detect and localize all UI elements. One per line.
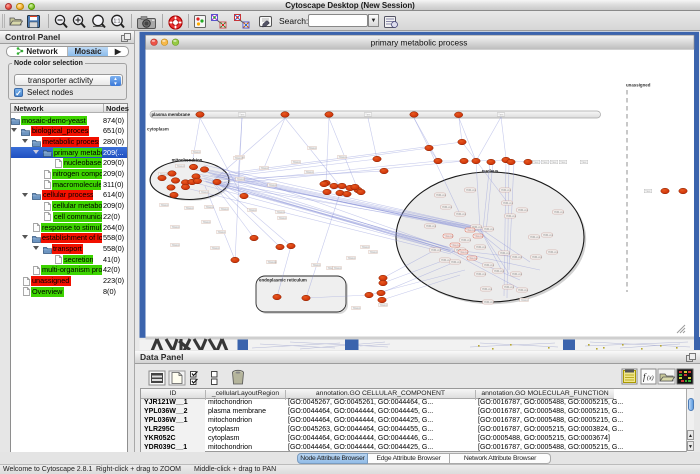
svg-text:YDR-xxx: YDR-xxx — [476, 272, 487, 276]
svg-text:YDR-xxx: YDR-xxx — [530, 235, 541, 239]
svg-text:YDR-xxx: YDR-xxx — [426, 224, 437, 228]
svg-text:YALxxx: YALxxx — [279, 217, 288, 220]
svg-text:YDR-xxx: YDR-xxx — [512, 272, 523, 276]
svg-text:YALxxx: YALxxx — [313, 264, 322, 267]
svg-text:YALxxx: YALxxx — [206, 206, 215, 209]
svg-text:YALxxx: YALxxx — [370, 251, 379, 254]
svg-text:YALxxx: YALxxx — [221, 208, 230, 211]
svg-text:1:1: 1:1 — [114, 19, 121, 25]
svg-text:YDR-xxx: YDR-xxx — [543, 233, 554, 237]
svg-text:cytoplasm: cytoplasm — [147, 127, 169, 132]
svg-text:YDR-xxx: YDR-xxx — [451, 260, 462, 264]
svg-text:YALxxx: YALxxx — [235, 157, 244, 160]
svg-text:YDR-xxx: YDR-xxx — [484, 300, 495, 304]
svg-text:YALxxx: YALxxx — [309, 147, 318, 150]
svg-text:YDR-xxx: YDR-xxx — [500, 251, 511, 255]
svg-text:YALxxx: YALxxx — [277, 211, 286, 214]
svg-text:YDR-xxx: YDR-xxx — [518, 208, 529, 212]
svg-text:YDR-xxx: YDR-xxx — [554, 210, 565, 214]
svg-text:YALxxx: YALxxx — [353, 307, 362, 310]
svg-text:YALxxx: YALxxx — [172, 244, 181, 247]
svg-text:YALxxx: YALxxx — [293, 161, 302, 164]
svg-text:YDR-xxx: YDR-xxx — [466, 188, 477, 192]
svg-text:YDR-xxx: YDR-xxx — [484, 263, 495, 267]
svg-text:YGLxxx: YGLxxx — [444, 235, 454, 238]
svg-text:YDR-xxx: YDR-xxx — [548, 250, 559, 254]
svg-text:YDR-xxx: YDR-xxx — [431, 248, 442, 252]
svg-text:YALxxx: YALxxx — [249, 209, 258, 212]
svg-text:YDR-xxx: YDR-xxx — [442, 205, 453, 209]
svg-text:YALxxx: YALxxx — [237, 178, 246, 181]
svg-text:Yxxx: Yxxx — [551, 161, 557, 164]
svg-text:YALxxx: YALxxx — [521, 299, 530, 302]
svg-text:YALxxx: YALxxx — [261, 167, 270, 170]
svg-text:YALxxx: YALxxx — [212, 247, 221, 250]
svg-text:YDR-xxx: YDR-xxx — [532, 255, 543, 259]
svg-text:YALxxx: YALxxx — [218, 231, 227, 234]
svg-text:YDR-xxx: YDR-xxx — [456, 212, 467, 216]
svg-text:YDR-xxx: YDR-xxx — [436, 193, 447, 197]
svg-text:YALxxx: YALxxx — [203, 221, 212, 224]
svg-text:YALxxx: YALxxx — [269, 184, 278, 187]
svg-text:Yxxx: Yxxx — [365, 114, 371, 117]
svg-text:YGLxxx: YGLxxx — [468, 257, 478, 260]
svg-text:YDR-xxx: YDR-xxx — [503, 201, 514, 205]
svg-text:YALxxx: YALxxx — [201, 191, 210, 194]
svg-text:YALxxx: YALxxx — [380, 304, 389, 307]
svg-text:endoplasmic reticulum: endoplasmic reticulum — [259, 278, 307, 283]
svg-text:YDR-xxx: YDR-xxx — [506, 214, 517, 218]
svg-text:YALxxx: YALxxx — [177, 165, 186, 168]
svg-text:YALxxx: YALxxx — [186, 207, 195, 210]
svg-text:YALxxx: YALxxx — [306, 171, 315, 174]
svg-text:YGLxxx: YGLxxx — [466, 229, 476, 232]
svg-text:YDR-xxx: YDR-xxx — [518, 288, 529, 292]
svg-text:YALxxx: YALxxx — [339, 156, 348, 159]
svg-text:YDR-xxx: YDR-xxx — [512, 255, 523, 259]
svg-text:Yxxx: Yxxx — [560, 161, 566, 164]
svg-text:YALxxx: YALxxx — [193, 151, 202, 154]
svg-text:YDR-xxx: YDR-xxx — [482, 287, 493, 291]
svg-text:YALxxx: YALxxx — [362, 246, 371, 249]
svg-text:YDR-xxx: YDR-xxx — [494, 269, 505, 273]
svg-text:Yxxx: Yxxx — [239, 114, 245, 117]
svg-text:Yxxx: Yxxx — [581, 161, 587, 164]
svg-text:YDR-xxx: YDR-xxx — [461, 238, 472, 242]
svg-text:YDR-xxx: YDR-xxx — [501, 188, 512, 192]
svg-text:unassigned: unassigned — [626, 83, 651, 88]
svg-text:YALxxx: YALxxx — [334, 267, 343, 270]
svg-text:plasma membrane: plasma membrane — [152, 112, 191, 117]
svg-text:YALxxx: YALxxx — [172, 226, 181, 229]
svg-text:mitochondrion: mitochondrion — [172, 158, 203, 163]
svg-text:YALxxx: YALxxx — [161, 204, 170, 207]
svg-text:YDR-xxx: YDR-xxx — [484, 227, 495, 231]
svg-text:nucleus: nucleus — [482, 169, 499, 174]
svg-text:YALxxx: YALxxx — [348, 257, 357, 260]
svg-text:YGLxxx: YGLxxx — [474, 235, 484, 238]
svg-text:YDR-xxx: YDR-xxx — [476, 245, 487, 249]
svg-text:Yxxx: Yxxx — [542, 161, 548, 164]
svg-text:YGLxxx: YGLxxx — [459, 251, 469, 254]
svg-text:(x): (x) — [647, 374, 654, 381]
svg-text:YALxxx: YALxxx — [268, 261, 277, 264]
svg-text:YGLxxx: YGLxxx — [451, 244, 461, 247]
svg-text:YDR-xxx: YDR-xxx — [504, 285, 515, 289]
svg-text:Yxxx: Yxxx — [645, 190, 651, 193]
svg-text:Yxxx: Yxxx — [498, 114, 504, 117]
svg-text:primary metabolic process: primary metabolic process — [371, 38, 468, 48]
svg-text:Yxxx: Yxxx — [533, 161, 539, 164]
